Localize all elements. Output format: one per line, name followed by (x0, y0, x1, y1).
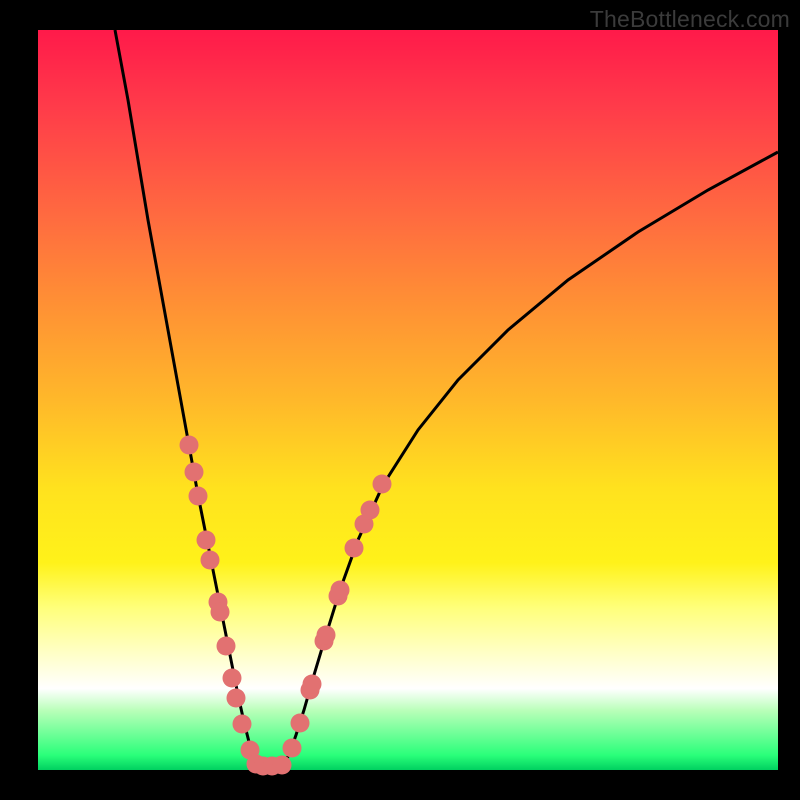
data-marker (233, 715, 252, 734)
data-marker (373, 475, 392, 494)
data-marker (317, 626, 336, 645)
chart-frame: TheBottleneck.com (0, 0, 800, 800)
data-marker (197, 531, 216, 550)
curve-left (115, 30, 258, 765)
data-marker (283, 739, 302, 758)
data-marker (227, 689, 246, 708)
data-marker (223, 669, 242, 688)
data-marker (291, 714, 310, 733)
data-marker (211, 603, 230, 622)
chart-svg (38, 30, 778, 770)
data-marker (180, 436, 199, 455)
watermark-text: TheBottleneck.com (590, 6, 790, 33)
data-marker (361, 501, 380, 520)
data-marker (217, 637, 236, 656)
data-marker (331, 581, 350, 600)
chart-plot-area (38, 30, 778, 770)
data-marker (345, 539, 364, 558)
data-marker (303, 675, 322, 694)
data-marker (273, 756, 292, 775)
data-marker (201, 551, 220, 570)
data-markers (180, 436, 392, 776)
curve-right (284, 152, 778, 765)
data-marker (189, 487, 208, 506)
data-marker (185, 463, 204, 482)
